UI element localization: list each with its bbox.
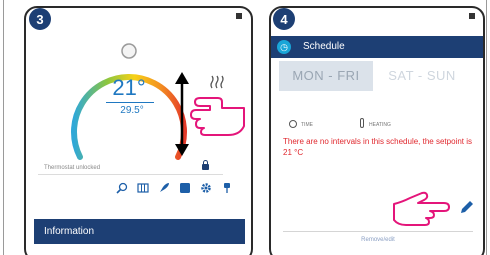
heating-waves-icon bbox=[210, 75, 224, 89]
pointing-hand-icon bbox=[190, 97, 245, 136]
toolbar bbox=[116, 182, 233, 194]
step-badge-4: 4 bbox=[273, 8, 295, 30]
tab-sat-sun[interactable]: SAT - SUN bbox=[375, 61, 469, 91]
step-badge-3: 3 bbox=[29, 8, 51, 30]
schedule-title: Schedule bbox=[303, 41, 345, 52]
left-border bbox=[3, 0, 4, 255]
tab-mon-fri[interactable]: MON - FRI bbox=[279, 61, 373, 91]
pin-icon[interactable] bbox=[221, 182, 233, 194]
remove-edit-link[interactable]: Remove/edit bbox=[283, 237, 473, 243]
dial-knob[interactable] bbox=[121, 43, 137, 59]
gear-icon[interactable] bbox=[200, 182, 212, 194]
thermostat-status: Thermostat unlocked bbox=[44, 165, 101, 171]
status-icon bbox=[236, 13, 242, 19]
setpoint-underline bbox=[106, 102, 154, 103]
clock-icon bbox=[289, 120, 297, 128]
setpoint-temperature: 21° bbox=[112, 75, 146, 100]
information-bar[interactable]: Information bbox=[34, 219, 245, 244]
current-temperature: 29.5° bbox=[120, 105, 144, 116]
no-intervals-warning: There are no intervals in this schedule,… bbox=[283, 137, 472, 157]
grid-icon[interactable] bbox=[137, 182, 149, 194]
legend-time: TIME bbox=[301, 122, 313, 128]
thermometer-icon bbox=[360, 118, 364, 128]
pencil-icon[interactable] bbox=[459, 199, 475, 215]
square-icon[interactable] bbox=[179, 182, 191, 194]
schedule-icon: ◷ bbox=[277, 40, 291, 54]
pointing-hand-icon bbox=[393, 191, 450, 226]
right-border bbox=[486, 0, 487, 255]
legend-heating: HEATING bbox=[369, 122, 391, 128]
rocket-icon[interactable] bbox=[158, 182, 170, 194]
phone-screen-4: ◷ Schedule MON - FRI SAT - SUN TIME HEAT… bbox=[269, 6, 485, 255]
status-icon bbox=[469, 13, 475, 19]
divider bbox=[38, 174, 223, 175]
schedule-header: ◷ Schedule bbox=[271, 36, 483, 58]
lock-icon[interactable] bbox=[202, 160, 209, 170]
magnifier-icon[interactable] bbox=[116, 182, 128, 194]
